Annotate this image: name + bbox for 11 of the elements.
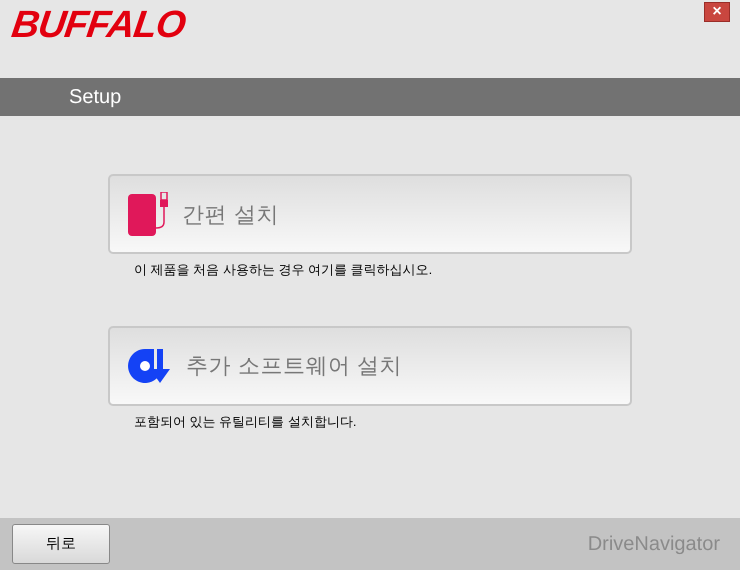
close-button[interactable]: × [704,2,730,22]
disc-download-icon [128,346,172,384]
back-button[interactable]: 뒤로 [12,524,110,564]
option-description: 포함되어 있는 유틸리티를 설치합니다. [134,412,358,430]
option-button[interactable]: 간편 설치 [108,174,632,254]
option-button[interactable]: 추가 소프트웨어 설치 [108,326,632,406]
option-description: 이 제품을 처음 사용하는 경우 여기를 클릭하십시오. [134,261,434,279]
logo: BUFFALO [8,3,188,48]
section-title: Setup [69,85,122,110]
drive-icon [128,192,168,236]
app-name: DriveNavigator [588,532,720,557]
